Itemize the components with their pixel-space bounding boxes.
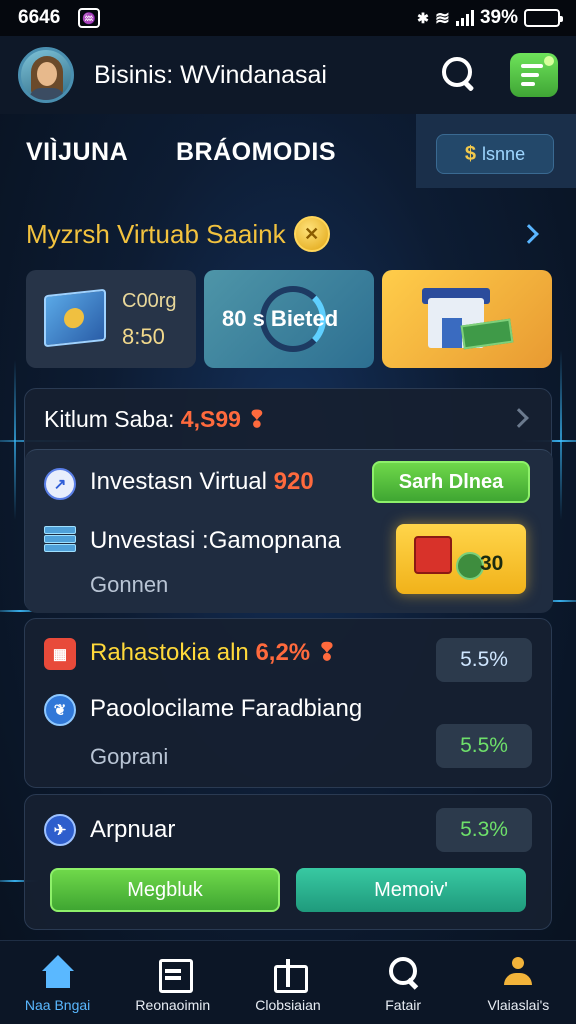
card-1-line2: 8:50 (122, 324, 165, 349)
card-1-line1: C00rg (122, 290, 177, 312)
wifi-icon: ≋ (434, 7, 450, 28)
feature-card-1[interactable]: C00rg 8:50 (26, 270, 196, 368)
chart-icon: ↗ (44, 468, 76, 500)
nav-item-profile[interactable]: Vlaiaslai's (463, 955, 573, 1013)
reward-chip[interactable]: 30 (396, 524, 526, 594)
signal-icon (455, 10, 474, 26)
status-bar: 6646 ♒ ✱ ≋ 39% (0, 0, 576, 36)
gift-box-icon (414, 536, 452, 574)
returns-row-2-pill: 5.5% (436, 724, 532, 768)
gift-icon (268, 955, 308, 993)
battery-icon (524, 9, 563, 27)
money-stack-icon (44, 526, 76, 558)
coin-pill-button[interactable]: $ lsnne (436, 134, 554, 174)
feature-card-3[interactable] (382, 270, 552, 368)
returns-row-2-label: Paoolocilame Faradbiang (90, 695, 363, 722)
safe-illustration-icon (44, 288, 106, 348)
investment-row-2-sub: Gonnen (90, 572, 169, 597)
tab-vijuna[interactable]: VIÌJUNA (26, 138, 128, 167)
section-title-text: Myzrsh Virtuab Saaink (26, 218, 286, 249)
tab-bar: VIÌJUNA BRÁOMODIS $ lsnne (0, 114, 576, 190)
bird-icon: ✈ (44, 814, 76, 846)
search-icon (383, 955, 423, 989)
battery-percent: 39% (479, 7, 518, 28)
primary-action-button[interactable]: Megbluk (50, 868, 280, 912)
nav-label-search: Fatair (385, 997, 422, 1013)
bottom-nav: Naa Bngai Reonaoimin Clobsiaian Fatair V… (0, 940, 576, 1024)
reward-chip-value: 30 (480, 552, 504, 575)
secondary-action-button[interactable]: Memoiv' (296, 868, 526, 912)
notification-dot (544, 56, 554, 66)
avatar[interactable] (18, 47, 74, 103)
tab-braomodis[interactable]: BRÁOMODIS (176, 138, 336, 167)
nav-label-profile: Vlaiaslai's (487, 997, 550, 1013)
coin-pill-label: lsnne (482, 143, 526, 164)
search-icon[interactable] (440, 55, 480, 95)
investment-row-1: Investasn Virtual 920 (90, 468, 314, 495)
section-title: Myzrsh Virtuab Saaink ✕ (26, 216, 330, 252)
nav-item-search[interactable]: Fatair (348, 955, 458, 1013)
app-header: Bisinis: WVindanasai (0, 36, 576, 114)
nav-label-calendar: Reonaoimin (135, 997, 211, 1013)
actions-row-pill: 5.3% (436, 808, 532, 852)
bluetooth-icon: ✱ (417, 9, 429, 26)
returns-row-1: Rahastokia aln 6,2% ❢ (90, 639, 337, 666)
home-icon (38, 955, 78, 989)
gold-coin-icon: ✕ (293, 216, 330, 252)
menu-button[interactable] (510, 53, 558, 97)
returns-row-1-value: 6,2% (255, 639, 311, 666)
nav-label-home: Naa Bngai (24, 997, 91, 1013)
coin-icon: $ (464, 142, 477, 165)
status-time: 6646 (18, 7, 61, 28)
card-2-label: 80 s Bieted (222, 306, 339, 331)
leaf-icon: ❦ (44, 694, 76, 726)
investment-row-2-label: Unvestasi :Gamopnana (90, 527, 341, 554)
page-title: Bisinis: WVindanasai (94, 60, 327, 89)
notification-icon: ♒ (78, 8, 101, 28)
nav-item-home[interactable]: Naa Bngai (3, 955, 113, 1013)
user-icon (498, 955, 538, 989)
returns-row-1-pill: 5.5% (436, 638, 532, 682)
actions-row-label: Arpnuar (90, 816, 176, 843)
summary-value: 4,S99 (180, 406, 241, 432)
nav-item-gift[interactable]: Clobsiaian (233, 955, 343, 1013)
calendar-icon (153, 955, 193, 993)
returns-row-2-sub: Goprani (90, 744, 169, 769)
investment-action-button[interactable]: Sarh Dlnea (372, 461, 530, 503)
investment-row-1-value: 920 (273, 468, 314, 495)
summary-title: Kitlum Saba: 4,S99 ❢ (44, 406, 267, 432)
calendar-icon: ▦ (44, 638, 76, 670)
nav-item-calendar[interactable]: Reonaoimin (118, 955, 228, 1013)
feature-card-2[interactable]: 80 s Bieted (204, 270, 374, 368)
nav-label-gift: Clobsiaian (255, 997, 321, 1013)
